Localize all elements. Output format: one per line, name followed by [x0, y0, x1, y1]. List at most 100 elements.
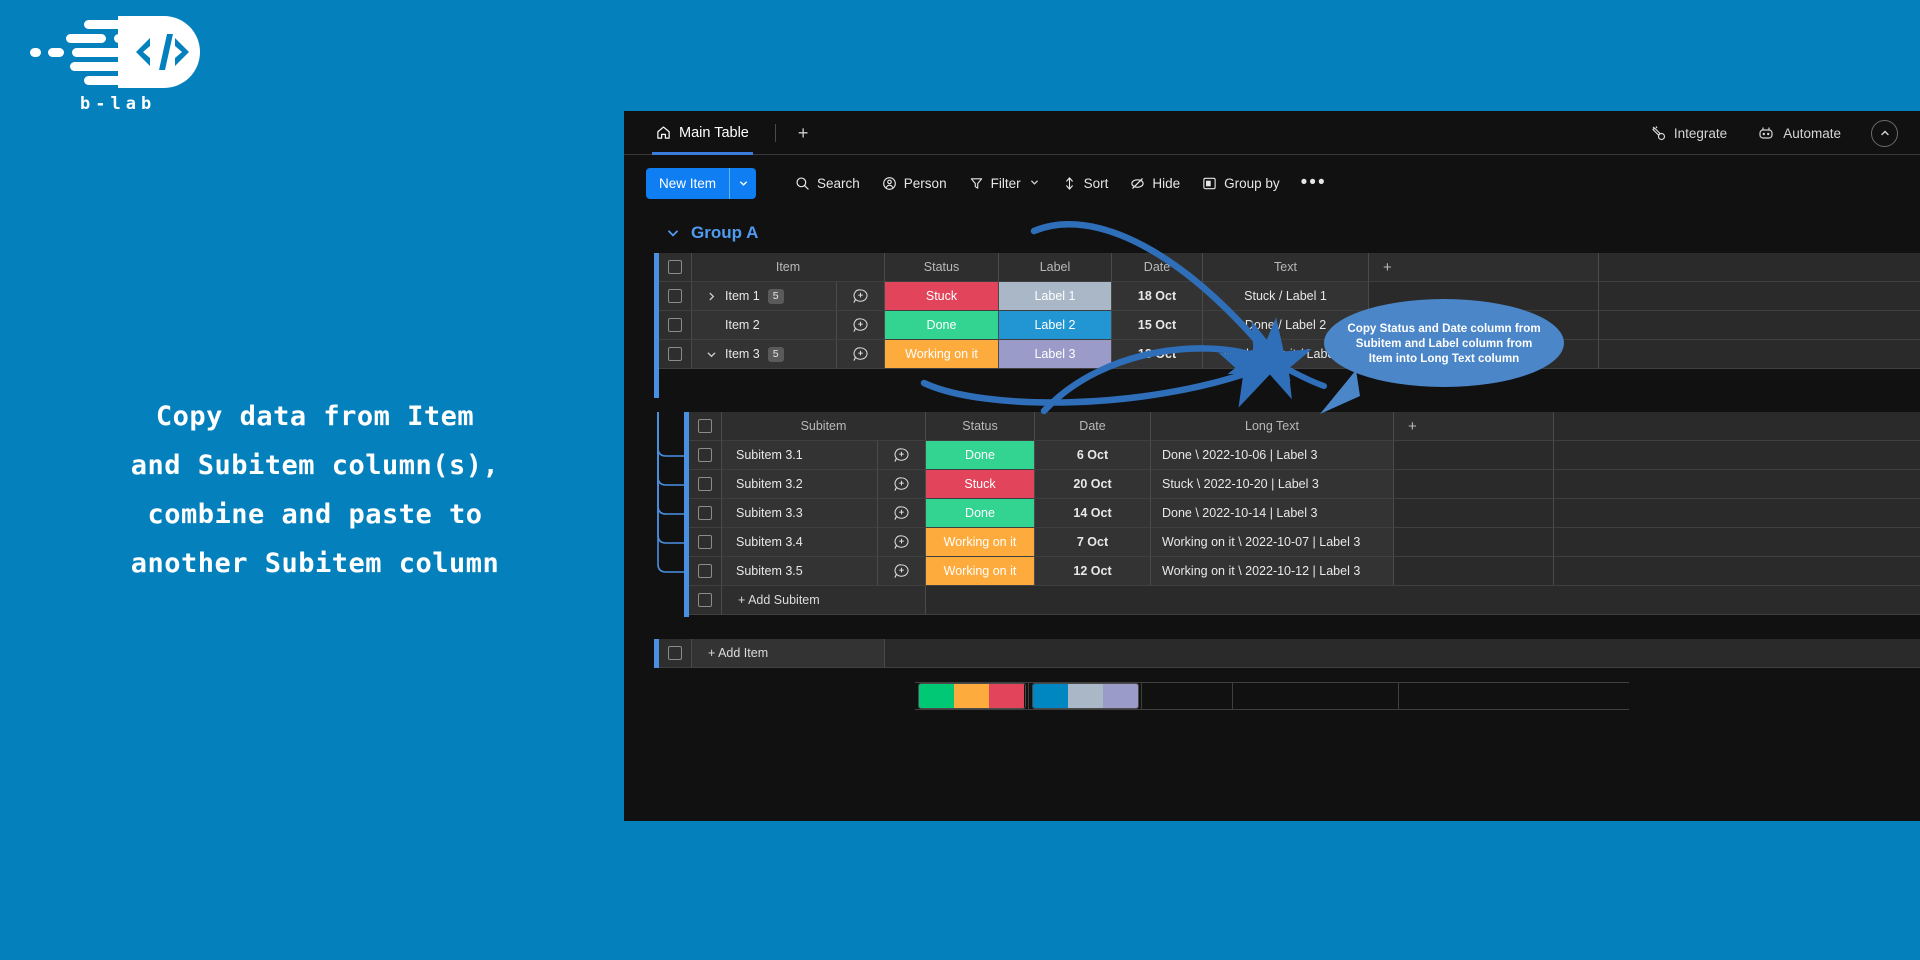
tab-main-table[interactable]: Main Table: [652, 111, 753, 155]
subitem-select-all-checkbox[interactable]: [689, 412, 722, 441]
row-checkbox[interactable]: [689, 528, 722, 557]
table-row[interactable]: Subitem 3.5 Working on it 12 Oct Working…: [689, 557, 1920, 586]
row-checkbox[interactable]: [689, 470, 722, 499]
conversation-icon-cell[interactable]: [837, 340, 885, 369]
label-summary-cell[interactable]: [1029, 682, 1142, 710]
column-header-status[interactable]: Status: [885, 253, 999, 282]
person-button[interactable]: Person: [871, 168, 958, 198]
item-name-cell[interactable]: Item 2: [692, 311, 837, 340]
new-item-dropdown[interactable]: [729, 167, 756, 199]
column-header-subdate[interactable]: Date: [1035, 412, 1151, 441]
table-row[interactable]: Item 1 5 Stuck Label 1 18 Oct Stuck / La…: [659, 282, 1920, 311]
item-name-cell[interactable]: Item 3 5: [692, 340, 837, 369]
subitem-name-cell[interactable]: Subitem 3.1: [722, 441, 878, 470]
column-header-text[interactable]: Text: [1203, 253, 1369, 282]
chevron-down-icon[interactable]: [706, 349, 717, 360]
sort-button[interactable]: Sort: [1051, 168, 1120, 198]
search-button[interactable]: Search: [784, 168, 871, 198]
table-row[interactable]: Item 3 5 Working on it Label 3 18 Oct Wo…: [659, 340, 1920, 369]
long-text-cell[interactable]: Done \ 2022-10-14 | Label 3: [1151, 499, 1394, 528]
conversation-icon-cell[interactable]: [878, 499, 926, 528]
table-row[interactable]: Item 2 Done Label 2 15 Oct Done / Label …: [659, 311, 1920, 340]
subitem-header-filler: [1554, 412, 1920, 441]
table-row[interactable]: Subitem 3.3 Done 14 Oct Done \ 2022-10-1…: [689, 499, 1920, 528]
integrate-button[interactable]: Integrate: [1650, 125, 1727, 141]
filter-chevron[interactable]: [1029, 176, 1040, 191]
add-tab-button[interactable]: +: [798, 124, 809, 142]
date-cell[interactable]: 6 Oct: [1035, 441, 1151, 470]
long-text-cell[interactable]: Done \ 2022-10-06 | Label 3: [1151, 441, 1394, 470]
item-name-cell[interactable]: Item 1 5: [692, 282, 837, 311]
table-row[interactable]: Subitem 3.2 Stuck 20 Oct Stuck \ 2022-10…: [689, 470, 1920, 499]
status-cell[interactable]: Stuck: [926, 470, 1035, 499]
hide-button[interactable]: Hide: [1119, 168, 1191, 198]
status-cell[interactable]: Stuck: [885, 282, 999, 311]
row-checkbox[interactable]: [659, 311, 692, 340]
chevron-down-icon[interactable]: [666, 226, 680, 240]
status-cell[interactable]: Done: [926, 499, 1035, 528]
new-item-button[interactable]: New Item: [646, 167, 757, 199]
conversation-icon-cell[interactable]: [878, 557, 926, 586]
long-text-cell[interactable]: Stuck \ 2022-10-20 | Label 3: [1151, 470, 1394, 499]
conversation-icon-cell[interactable]: [878, 528, 926, 557]
subitem-connector: [654, 412, 684, 622]
row-checkbox[interactable]: [659, 639, 692, 668]
column-header-subitem[interactable]: Subitem: [722, 412, 926, 441]
long-text-cell[interactable]: Working on it \ 2022-10-12 | Label 3: [1151, 557, 1394, 586]
add-item-row[interactable]: + Add Item: [654, 639, 1920, 668]
text-cell[interactable]: Stuck / Label 1: [1203, 282, 1369, 311]
date-cell[interactable]: 20 Oct: [1035, 470, 1151, 499]
status-cell[interactable]: Done: [926, 441, 1035, 470]
row-checkbox[interactable]: [689, 441, 722, 470]
status-cell[interactable]: Working on it: [885, 340, 999, 369]
app-window: Main Table + Integrate Automate New Item…: [624, 111, 1920, 821]
label-cell[interactable]: Label 2: [999, 311, 1112, 340]
column-header-date[interactable]: Date: [1112, 253, 1203, 282]
add-subitem-button[interactable]: + Add Subitem: [722, 586, 926, 615]
date-cell[interactable]: 14 Oct: [1035, 499, 1151, 528]
group-by-button[interactable]: Group by: [1191, 168, 1291, 198]
date-cell[interactable]: 18 Oct: [1112, 282, 1203, 311]
status-cell[interactable]: Done: [885, 311, 999, 340]
row-checkbox[interactable]: [689, 586, 722, 615]
date-cell[interactable]: 15 Oct: [1112, 311, 1203, 340]
row-checkbox[interactable]: [659, 340, 692, 369]
label-cell[interactable]: Label 1: [999, 282, 1112, 311]
add-subitem-row[interactable]: + Add Subitem: [689, 586, 1920, 615]
chevron-up-icon: [1880, 130, 1889, 136]
collapse-panel-button[interactable]: [1871, 119, 1898, 147]
subitem-add-column-button[interactable]: +: [1394, 412, 1554, 441]
conversation-icon-cell[interactable]: [837, 282, 885, 311]
table-row[interactable]: Subitem 3.1 Done 6 Oct Done \ 2022-10-06…: [689, 441, 1920, 470]
subitem-name-cell[interactable]: Subitem 3.3: [722, 499, 878, 528]
subitem-name-cell[interactable]: Subitem 3.4: [722, 528, 878, 557]
status-cell[interactable]: Working on it: [926, 528, 1035, 557]
more-options-button[interactable]: •••: [1291, 172, 1337, 194]
date-cell[interactable]: 12 Oct: [1035, 557, 1151, 586]
label-cell[interactable]: Label 3: [999, 340, 1112, 369]
status-summary-cell[interactable]: [915, 682, 1029, 710]
automate-button[interactable]: Automate: [1757, 125, 1841, 141]
group-header[interactable]: Group A: [624, 211, 1920, 253]
add-column-button[interactable]: +: [1369, 253, 1599, 282]
date-cell[interactable]: 7 Oct: [1035, 528, 1151, 557]
subitem-name-cell[interactable]: Subitem 3.2: [722, 470, 878, 499]
table-row[interactable]: Subitem 3.4 Working on it 7 Oct Working …: [689, 528, 1920, 557]
status-cell[interactable]: Working on it: [926, 557, 1035, 586]
column-header-item[interactable]: Item: [692, 253, 885, 282]
conversation-icon-cell[interactable]: [837, 311, 885, 340]
row-checkbox[interactable]: [689, 557, 722, 586]
add-item-button[interactable]: + Add Item: [692, 639, 885, 668]
column-header-label[interactable]: Label: [999, 253, 1112, 282]
row-checkbox[interactable]: [689, 499, 722, 528]
long-text-cell[interactable]: Working on it \ 2022-10-07 | Label 3: [1151, 528, 1394, 557]
conversation-icon-cell[interactable]: [878, 470, 926, 499]
subitem-name-cell[interactable]: Subitem 3.5: [722, 557, 878, 586]
select-all-checkbox[interactable]: [659, 253, 692, 282]
conversation-icon-cell[interactable]: [878, 441, 926, 470]
filter-button[interactable]: Filter: [958, 168, 1051, 198]
column-header-substatus[interactable]: Status: [926, 412, 1035, 441]
chevron-right-icon[interactable]: [706, 291, 717, 302]
row-checkbox[interactable]: [659, 282, 692, 311]
date-cell[interactable]: 18 Oct: [1112, 340, 1203, 369]
